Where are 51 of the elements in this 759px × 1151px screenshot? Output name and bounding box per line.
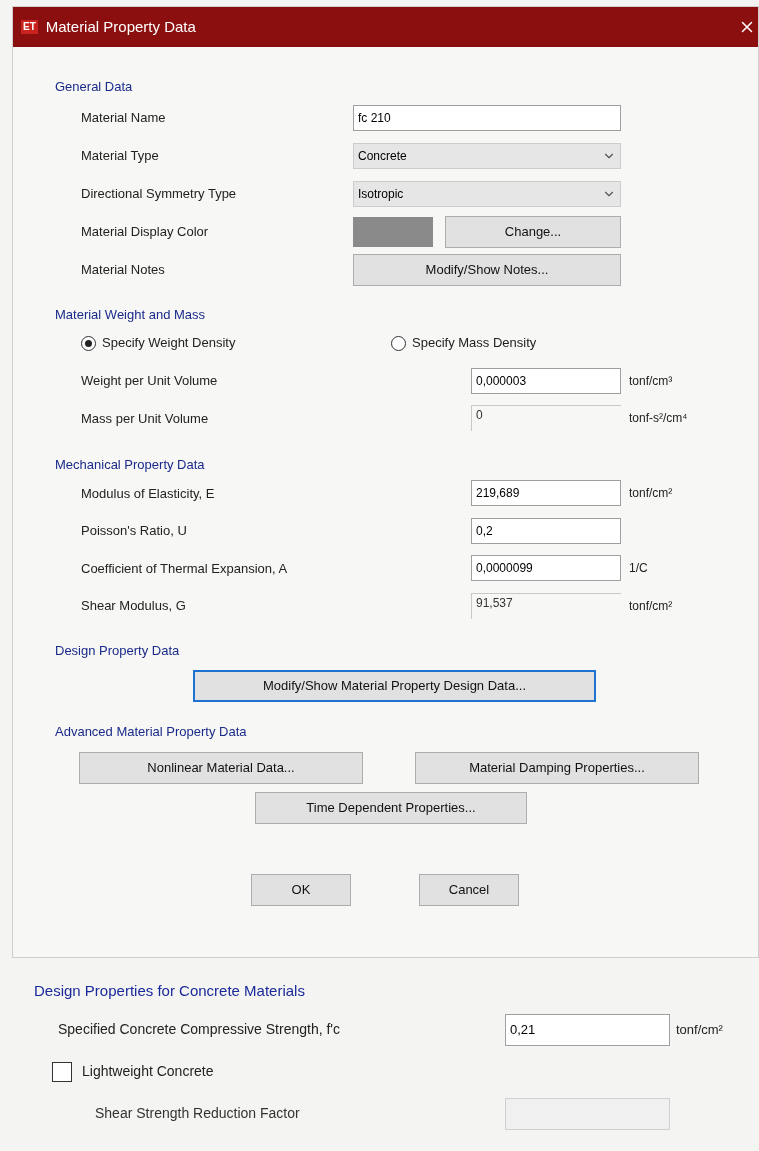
field-label: Shear Modulus, G	[81, 597, 187, 615]
section-heading: Material Weight and Mass	[55, 305, 207, 324]
field-label: Specified Concrete Compressive Strength, f'c	[58, 1020, 342, 1039]
dialog-button[interactable]: Modify/Show Notes...	[353, 253, 621, 286]
window-title: Material Property Data	[45, 16, 196, 37]
text-field[interactable]: fc 210	[353, 104, 621, 131]
radio-button[interactable]	[81, 335, 96, 351]
section-heading: Design Properties for Concrete Materials	[34, 981, 306, 1001]
dialog-button[interactable]: OK	[251, 873, 351, 906]
section-heading: General Data	[55, 78, 134, 96]
field-label: Directional Symmetry Type	[81, 184, 238, 203]
readonly-field: 0	[471, 405, 621, 432]
field-label: Modulus of Elasticity, E	[81, 484, 216, 503]
readonly-field: 91,537	[471, 592, 621, 619]
unit-label: tonf/cm³	[629, 372, 673, 390]
radio-button[interactable]	[391, 335, 406, 351]
checkbox-label: Lightweight Concrete	[82, 1062, 214, 1081]
number-field[interactable]: 0,21	[505, 1013, 670, 1046]
unit-label: tonf-s²/cm⁴	[629, 410, 688, 428]
field-label: Material Notes	[81, 260, 166, 279]
dialog-button[interactable]: Cancel	[419, 873, 519, 906]
dialog-button[interactable]: Time Dependent Properties...	[255, 791, 527, 824]
section-heading: Advanced Material Property Data	[55, 723, 248, 741]
dialog-button[interactable]: Material Damping Properties...	[415, 751, 699, 784]
dialog-button[interactable]: Change...	[445, 215, 621, 248]
field-label: Material Name	[81, 108, 167, 127]
field-label: Weight per Unit Volume	[81, 372, 219, 390]
field-label: Shear Strength Reduction Factor	[95, 1104, 301, 1123]
field-label: Coefficient of Thermal Expansion, A	[81, 559, 289, 578]
field-label: Mass per Unit Volume	[81, 409, 210, 428]
number-field[interactable]: 0,2	[471, 517, 621, 544]
number-field[interactable]: 219,689	[471, 480, 621, 507]
unit-label: tonf/cm²	[629, 597, 673, 615]
checkbox[interactable]	[52, 1061, 72, 1082]
dropdown[interactable]: Concrete	[353, 142, 621, 169]
app-logo: ET	[21, 20, 38, 34]
unit-label: 1/C	[629, 560, 648, 578]
radio-label: Specify Weight Density	[102, 334, 236, 353]
dialog-button[interactable]: Nonlinear Material Data...	[79, 751, 363, 784]
field-label: Material Type	[81, 146, 160, 165]
dialog-button[interactable]: Modify/Show Material Property Design Data...	[193, 670, 596, 702]
number-field[interactable]: 0,000003	[471, 367, 621, 394]
dropdown[interactable]: Isotropic	[353, 180, 621, 207]
section-heading: Design Property Data	[55, 641, 181, 660]
number-field[interactable]: 0,0000099	[471, 555, 621, 582]
unit-label: tonf/cm²	[629, 485, 673, 503]
field-label: Poisson's Ratio, U	[81, 522, 188, 540]
radio-label: Specify Mass Density	[412, 334, 537, 353]
section-heading: Mechanical Property Data	[55, 456, 206, 474]
field-label: Material Display Color	[81, 222, 210, 241]
unit-label: tonf/cm²	[676, 1020, 723, 1039]
